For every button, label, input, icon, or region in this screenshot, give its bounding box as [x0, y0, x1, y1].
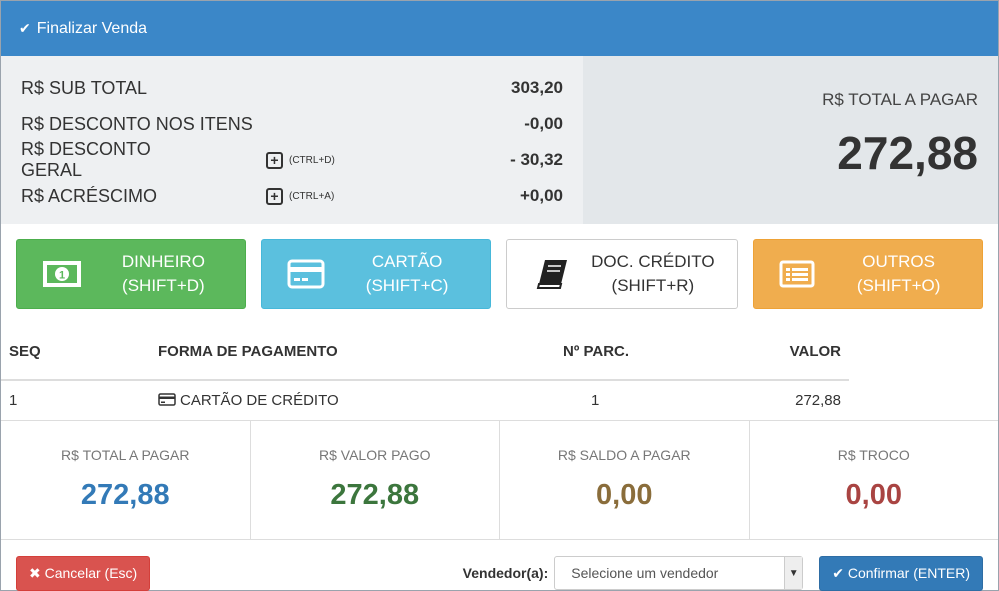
row-value: 272,88	[795, 392, 841, 409]
credit-doc-shortcut: (SHIFT+R)	[611, 276, 695, 295]
total-to-pay-panel: R$ TOTAL A PAGAR 272,88	[583, 56, 998, 224]
summary-amount-paid: R$ VALOR PAGO 272,88	[251, 421, 500, 539]
total-to-pay-label: R$ TOTAL A PAGAR	[822, 90, 978, 109]
table-row[interactable]: 1 CARTÃO DE CRÉDITO 1 272,88	[1, 380, 849, 420]
summary-total-label: R$ TOTAL A PAGAR	[61, 447, 190, 463]
payment-methods: 1 DINHEIRO (SHIFT+D) CARTÃO (SHIFT+C) DO…	[1, 224, 998, 324]
svg-text:1: 1	[59, 270, 65, 282]
modal-title: Finalizar Venda	[36, 19, 148, 37]
surcharge-value: +0,00	[519, 186, 563, 205]
summary-total-to-pay: R$ TOTAL A PAGAR 272,88	[1, 421, 251, 539]
subtotal-row: R$ SUB TOTAL 303,20	[21, 70, 563, 106]
item-discount-row: R$ DESCONTO NOS ITENS -0,00	[21, 106, 563, 142]
summary-balance-label: R$ SALDO A PAGAR	[557, 447, 691, 463]
card-button[interactable]: CARTÃO (SHIFT+C)	[260, 239, 491, 309]
totals-breakdown: R$ SUB TOTAL 303,20 R$ DESCONTO NOS ITEN…	[1, 56, 583, 224]
row-seq: 1	[9, 392, 18, 409]
summary-change-label: R$ TROCO	[837, 447, 910, 463]
summary-paid-value: 272,88	[330, 479, 420, 511]
confirm-button[interactable]: ✔ Confirmar (ENTER)	[819, 555, 983, 591]
check-icon: ✔	[19, 20, 31, 36]
cancel-label: Cancelar (Esc)	[44, 564, 138, 581]
chevron-down-icon: ▼	[784, 557, 803, 589]
item-discount-value: -0,00	[524, 114, 563, 133]
table-header-row: SEQ FORMA DE PAGAMENTO Nº PARC. VALOR	[1, 324, 849, 381]
col-installments: Nº PARC.	[555, 324, 725, 381]
subtotal-label: R$ SUB TOTAL	[21, 77, 148, 98]
modal-header: ✔ Finalizar Venda	[1, 1, 998, 56]
plus-square-icon: +	[266, 187, 283, 205]
summary-paid-label: R$ VALOR PAGO	[318, 447, 431, 463]
card-shortcut: (SHIFT+C)	[365, 276, 449, 295]
summary-balance-value: 0,00	[596, 479, 653, 511]
plus-square-icon: +	[266, 151, 283, 169]
col-seq: SEQ	[1, 324, 150, 381]
money-icon: 1	[43, 261, 81, 287]
general-discount-label: R$ DESCONTO GERAL	[21, 139, 151, 180]
row-installments: 1	[591, 392, 600, 409]
credit-card-icon	[158, 393, 176, 406]
row-payment-method: CARTÃO DE CRÉDITO	[180, 392, 339, 409]
modal-footer: ✖ Cancelar (Esc) Vendedor(a): Selecione …	[1, 540, 998, 591]
item-discount-label: R$ DESCONTO NOS ITENS	[21, 113, 253, 134]
general-discount-row: R$ DESCONTO GERAL + (CTRL+D) - 30,32	[21, 139, 563, 180]
vendor-select[interactable]: Selecione um vendedor ▼	[554, 556, 804, 590]
surcharge-row: R$ ACRÉSCIMO + (CTRL+A) +0,00	[21, 178, 563, 214]
general-discount-value: - 30,32	[510, 150, 563, 169]
totals-panel: R$ SUB TOTAL 303,20 R$ DESCONTO NOS ITEN…	[1, 56, 998, 224]
summary-balance-due: R$ SALDO A PAGAR 0,00	[500, 421, 750, 539]
cash-button[interactable]: 1 DINHEIRO (SHIFT+D)	[16, 239, 246, 309]
col-payment-method: FORMA DE PAGAMENTO	[150, 324, 555, 381]
subtotal-value: 303,20	[511, 78, 563, 97]
summary-change: R$ TROCO 0,00	[750, 421, 999, 539]
list-alt-icon	[779, 260, 815, 288]
add-surcharge-shortcut: (CTRL+A)	[289, 190, 335, 202]
check-icon: ✔	[832, 564, 844, 581]
close-icon: ✖	[29, 564, 41, 581]
credit-doc-button[interactable]: DOC. CRÉDITO (SHIFT+R)	[505, 239, 739, 309]
payments-table: SEQ FORMA DE PAGAMENTO Nº PARC. VALOR 1 …	[1, 324, 849, 420]
book-icon	[536, 260, 567, 289]
summary-total-value: 272,88	[80, 479, 170, 511]
vendor-select-value: Selecione um vendedor	[571, 565, 719, 581]
total-to-pay-value: 272,88	[837, 127, 978, 179]
surcharge-label: R$ ACRÉSCIMO	[21, 185, 158, 206]
credit-doc-label: DOC. CRÉDITO	[591, 252, 715, 271]
add-discount-button[interactable]: + (CTRL+D)	[266, 151, 335, 169]
others-button[interactable]: OUTROS (SHIFT+O)	[753, 239, 983, 309]
card-label: CARTÃO	[371, 252, 443, 271]
payment-summary: R$ TOTAL A PAGAR 272,88 R$ VALOR PAGO 27…	[1, 420, 998, 540]
summary-change-value: 0,00	[845, 479, 902, 511]
credit-card-icon	[287, 259, 325, 289]
cash-shortcut: (SHIFT+D)	[122, 276, 205, 295]
others-label: OUTROS	[862, 252, 935, 271]
cancel-button[interactable]: ✖ Cancelar (Esc)	[16, 555, 151, 591]
finalize-sale-modal: ✔ Finalizar Venda R$ SUB TOTAL 303,20 R$…	[0, 0, 999, 591]
add-discount-shortcut: (CTRL+D)	[289, 154, 335, 166]
cash-label: DINHEIRO	[121, 252, 205, 271]
vendor-label: Vendedor(a):	[462, 565, 549, 581]
others-shortcut: (SHIFT+O)	[856, 276, 941, 295]
add-surcharge-button[interactable]: + (CTRL+A)	[266, 187, 335, 205]
col-value: VALOR	[725, 324, 849, 381]
confirm-label: Confirmar (ENTER)	[847, 564, 970, 581]
